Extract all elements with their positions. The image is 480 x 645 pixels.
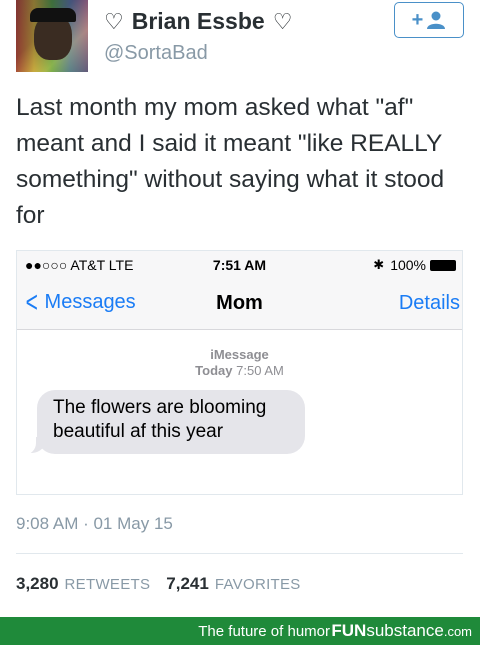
follow-button[interactable]: +	[394, 2, 464, 38]
footer-tagline: The future of humor	[198, 623, 330, 640]
user-icon	[427, 11, 446, 29]
retweets-count[interactable]: 3,280	[16, 574, 59, 594]
conversation-title: Mom	[216, 292, 263, 314]
divider	[16, 553, 463, 554]
site-footer: The future of humor FUNsubstance.com	[0, 617, 480, 645]
battery-percent: 100%	[390, 257, 426, 273]
heart-icon: ♡	[104, 8, 124, 34]
user-handle[interactable]: @SortaBad	[104, 42, 208, 65]
message-screenshot: ●●○○○ AT&T LTE 7:51 AM ✱ 100% < Messages…	[16, 250, 463, 495]
bluetooth-icon: ✱	[373, 257, 385, 272]
favorites-label[interactable]: FAVORITES	[215, 576, 301, 593]
message-meta: iMessage Today 7:50 AM	[17, 347, 462, 379]
battery-icon	[430, 259, 456, 271]
favorites-count[interactable]: 7,241	[166, 574, 209, 594]
message-day: Today	[195, 363, 233, 378]
tweet-timestamp[interactable]: 9:08 AM · 01 May 15	[16, 514, 173, 534]
message-bubble[interactable]: The flowers are blooming beautiful af th…	[37, 390, 305, 454]
tweet-header: ♡ Brian Essbe ♡ @SortaBad +	[16, 0, 464, 78]
ios-status-bar: ●●○○○ AT&T LTE 7:51 AM ✱ 100%	[17, 251, 462, 279]
name-row: ♡ Brian Essbe ♡	[104, 8, 292, 35]
follow-plus-label: +	[411, 8, 424, 31]
heart-icon: ♡	[272, 8, 293, 34]
display-name[interactable]: Brian Essbe	[132, 8, 265, 35]
battery-group: ✱ 100%	[373, 257, 456, 273]
details-button[interactable]: Details	[399, 292, 460, 315]
avatar-hat	[30, 8, 76, 22]
brand-bold: FUN	[331, 621, 367, 640]
brand-rest: substance	[366, 621, 444, 640]
avatar[interactable]	[16, 0, 88, 72]
tweet-text: Last month my mom asked what "af" meant …	[16, 94, 445, 229]
message-date: Today 7:50 AM	[17, 363, 462, 379]
messages-nav-bar: < Messages Mom Details	[17, 279, 462, 330]
site-logo[interactable]: FUNsubstance.com	[331, 621, 472, 641]
message-time: 7:50 AM	[236, 363, 284, 378]
service-label: iMessage	[210, 347, 269, 362]
retweets-label[interactable]: RETWEETS	[65, 576, 151, 593]
tweet-stats: 3,280 RETWEETS 7,241 FAVORITES	[16, 574, 317, 594]
brand-domain: .com	[443, 624, 472, 639]
